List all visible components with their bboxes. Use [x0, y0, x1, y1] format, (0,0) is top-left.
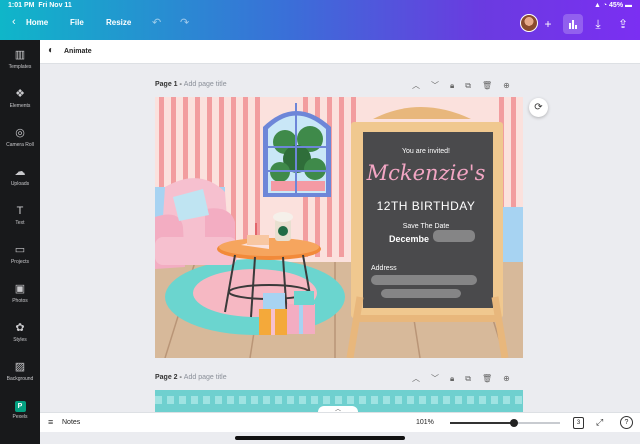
page-2-title-input[interactable]: Add page title — [184, 374, 227, 381]
status-battery: ▲ ◔ 45% ▬ — [593, 2, 632, 9]
plus-icon[interactable]: + — [538, 14, 558, 34]
animate-bar: ◐ Animate — [40, 40, 640, 64]
invite-name[interactable]: Mckenzie's — [361, 161, 491, 185]
folder-icon: ▭ — [14, 244, 26, 256]
redo-icon[interactable]: ↷ — [180, 16, 189, 29]
lock-icon[interactable]: 🔒︎ — [450, 374, 465, 383]
notes-button[interactable]: Notes — [62, 419, 80, 426]
sidebar-item-elements[interactable]: ❖ Elements — [0, 87, 40, 109]
page-2-label: Page 2 - Add page title — [155, 374, 227, 381]
undo-icon[interactable]: ↶ — [152, 16, 161, 29]
invite-address-label[interactable]: Address — [371, 265, 431, 272]
file-menu-button[interactable]: File — [70, 18, 84, 27]
palette-icon: ✿ — [15, 322, 25, 334]
status-time: 1:01 PM Fri Nov 11 — [8, 2, 72, 9]
home-indicator — [235, 436, 405, 440]
lock-icon[interactable]: 🔒︎ — [450, 81, 465, 90]
animate-button[interactable]: Animate — [64, 48, 92, 55]
chevron-left-icon[interactable]: ‹ — [12, 16, 16, 28]
image-icon: ▣ — [14, 283, 26, 295]
page-2-pattern — [155, 396, 523, 404]
page-2-tools: ︿﹀🔒︎⧉🗑︎⊕ — [412, 373, 521, 384]
background-icon: ▨ — [14, 361, 26, 373]
sidebar-item-photos[interactable]: ▣ Photos — [0, 282, 40, 304]
add-page-icon[interactable]: ⊕ — [503, 81, 521, 90]
download-icon[interactable]: ⤓ — [588, 14, 608, 34]
zoom-slider-fill — [450, 422, 514, 424]
duplicate-icon[interactable]: ⧉ — [465, 374, 482, 383]
chevron-down-icon[interactable]: ﹀ — [431, 374, 450, 383]
chevron-down-icon[interactable]: ﹀ — [431, 81, 450, 90]
sidebar-item-templates[interactable]: ▥ Templates — [0, 48, 40, 70]
sidebar-item-projects[interactable]: ▭ Projects — [0, 243, 40, 265]
sidebar-item-styles[interactable]: ✿ Styles — [0, 321, 40, 343]
avatar[interactable] — [520, 14, 538, 32]
notes-icon[interactable]: ≡ — [48, 417, 53, 427]
bar-chart-icon[interactable] — [563, 14, 583, 34]
design-canvas-page-1[interactable]: You are invited! Mckenzie's 12TH BIRTHDA… — [155, 97, 523, 358]
zoom-slider-handle[interactable] — [509, 419, 518, 427]
sidebar-item-uploads[interactable]: ☁ Uploads — [0, 165, 40, 187]
resize-button[interactable]: Resize — [106, 18, 131, 27]
invite-event[interactable]: 12TH BIRTHDAY — [361, 199, 491, 213]
top-toolbar: 1:01 PM Fri Nov 11 ▲ ◔ 45% ▬ ‹ Home File… — [0, 0, 640, 40]
sidebar-item-text[interactable]: T Text — [0, 204, 40, 226]
sidebar-item-background[interactable]: ▨ Background — [0, 360, 40, 382]
page-1-tools: ︿﹀🔒︎⧉🗑︎⊕ — [412, 80, 521, 91]
chevron-up-icon[interactable]: ︿ — [412, 81, 431, 90]
trash-icon[interactable]: 🗑︎ — [482, 374, 503, 383]
home-button[interactable]: Home — [26, 18, 48, 27]
fullscreen-icon[interactable]: ⤢ — [596, 417, 603, 428]
sidebar-item-camera-roll[interactable]: ◎ Camera Roll — [0, 126, 40, 148]
elements-icon: ❖ — [15, 88, 25, 100]
add-page-icon[interactable]: ⊕ — [503, 374, 521, 383]
chevron-up-icon[interactable]: ︿ — [412, 374, 431, 383]
text-icon: T — [16, 205, 24, 217]
share-icon[interactable]: ⇪ — [613, 14, 633, 34]
page-1-title-input[interactable]: Add page title — [184, 81, 227, 88]
zoom-slider[interactable] — [450, 419, 560, 427]
pexels-icon: P — [0, 398, 40, 412]
camera-icon: ◎ — [15, 127, 25, 139]
sidebar-item-pexels[interactable]: P Pexels — [0, 398, 40, 420]
zoom-level: 101% — [416, 419, 434, 426]
left-sidebar: ▥ Templates ❖ Elements ◎ Camera Roll ☁ U… — [0, 40, 40, 444]
trash-icon[interactable]: 🗑︎ — [482, 81, 503, 90]
refresh-icon[interactable]: ⟳ — [529, 98, 548, 117]
invite-date[interactable]: Decembe — [389, 234, 449, 244]
duplicate-icon[interactable]: ⧉ — [465, 81, 482, 90]
page-1-label: Page 1 - Add page title — [155, 81, 227, 88]
invite-intro[interactable]: You are invited! — [361, 148, 491, 155]
page-count-button[interactable]: 3 — [573, 417, 584, 429]
templates-icon: ▥ — [14, 49, 26, 61]
animate-icon[interactable]: ◐ — [48, 45, 54, 56]
help-button[interactable]: ? — [620, 416, 633, 429]
invite-save-the-date[interactable]: Save The Date — [361, 223, 491, 230]
bottom-toolbar: ≡ Notes 101% 3 ⤢ ? — [40, 412, 640, 432]
cloud-upload-icon: ☁ — [14, 166, 26, 178]
